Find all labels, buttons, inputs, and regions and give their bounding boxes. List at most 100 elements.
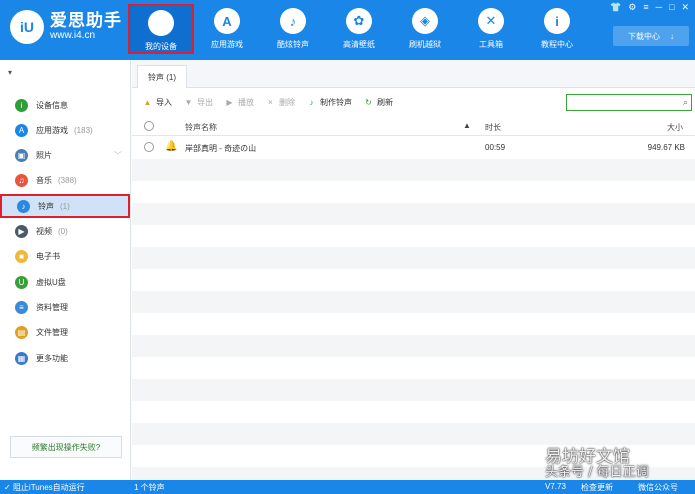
ringtone-size: 949.67 KB	[647, 143, 685, 152]
row-stripe	[132, 225, 695, 247]
sidebar-item-9[interactable]: ▤ 文件管理	[0, 321, 130, 345]
check-circle-icon: ✓	[4, 483, 11, 492]
nav-item-0[interactable]: 我的设备	[128, 4, 194, 54]
table-header: 铃声名称 ▲ 时长 大小	[132, 118, 695, 136]
contacts-icon: ≡	[15, 300, 28, 314]
app-store-icon: A	[214, 8, 240, 34]
toolbar-button-4[interactable]: ♪ 制作铃声	[306, 97, 353, 108]
sidebar-item-label: 铃声	[38, 201, 54, 211]
row-checkbox[interactable]	[144, 142, 154, 152]
search-input[interactable]: ⌕	[566, 94, 692, 111]
tools-icon: ✕	[478, 8, 504, 34]
toolbar-button-1[interactable]: ▼ 导出	[183, 97, 213, 108]
row-stripe	[132, 247, 695, 269]
toolbar-button-0[interactable]: ▲ 导入	[142, 97, 172, 108]
row-stripe	[132, 159, 695, 181]
sidebar-item-5[interactable]: ▶ 视频 (0)	[0, 220, 130, 244]
row-stripe	[132, 401, 695, 423]
export-icon: ▼	[184, 97, 193, 107]
sidebar-item-count: (388)	[58, 176, 77, 186]
table-body: 🔔 岸部真明 - 奇迹の山 00:59 949.67 KB	[132, 137, 695, 489]
header-name[interactable]: 铃声名称	[185, 122, 217, 133]
app-store-icon: A	[15, 123, 28, 137]
video-icon: ▶	[15, 225, 28, 238]
photo-icon: ▣	[15, 149, 28, 163]
sidebar-item-8[interactable]: ≡ 资料管理	[0, 295, 130, 319]
header-duration[interactable]: 时长	[485, 122, 501, 133]
maximize-icon[interactable]: □	[669, 2, 674, 13]
operation-failure-help-link[interactable]: 频繁出现操作失败?	[10, 436, 122, 458]
refresh-icon: ↻	[365, 97, 372, 107]
toolbar-button-label: 导出	[197, 97, 213, 107]
nav-item-6[interactable]: i 教程中心	[524, 4, 590, 54]
search-icon[interactable]: ⌕	[683, 97, 688, 108]
nav-item-4[interactable]: ◈ 刷机越狱	[392, 4, 458, 54]
nav-item-3[interactable]: ✿ 高清壁纸	[326, 4, 392, 54]
sidebar-item-label: 资料管理	[36, 302, 68, 312]
shirt-icon[interactable]: 👕	[610, 2, 621, 13]
sidebar-item-1[interactable]: A 应用游戏 (183)	[0, 118, 130, 142]
row-stripe	[132, 313, 695, 335]
sidebar-item-label: 电子书	[36, 252, 60, 262]
device-dropdown-icon[interactable]: ▾	[0, 60, 130, 86]
nav-item-2[interactable]: ♪ 酷炫铃声	[260, 4, 326, 54]
version-label: V7.73	[545, 482, 566, 491]
sidebar-item-label: 应用游戏	[36, 125, 68, 135]
nav-label: 高清壁纸	[343, 40, 375, 49]
music-icon: ♫	[15, 174, 28, 188]
sidebar-item-2[interactable]: ▣ 照片 ﹀	[0, 144, 130, 168]
bell-icon: ♪	[280, 8, 306, 34]
tab-strip: 铃声 (1)	[132, 60, 695, 88]
import-icon: ▲	[143, 97, 152, 107]
watermark-line-1: 易坊好文馆	[545, 447, 630, 467]
status-bar: ✓ 阻止iTunes自动运行 1 个铃声 V7.73 检查更新 微信公众号	[0, 480, 695, 494]
toolbar-button-label: 删除	[279, 97, 295, 107]
nav-label: 工具箱	[479, 40, 503, 49]
play-icon: ▶	[226, 97, 233, 107]
menu-icon[interactable]: ≡	[643, 2, 648, 13]
row-stripe	[132, 335, 695, 357]
toolbar-button-2[interactable]: ▶ 播放	[224, 97, 254, 108]
check-update-button[interactable]: 检查更新	[581, 482, 613, 493]
sidebar-item-label: 文件管理	[36, 328, 68, 338]
toolbar-button-label: 刷新	[377, 97, 393, 107]
toolbar-button-3[interactable]: × 删除	[265, 97, 295, 108]
sidebar-item-label: 更多功能	[36, 353, 68, 363]
nav-item-5[interactable]: ✕ 工具箱	[458, 4, 524, 54]
toolbar-button-label: 导入	[156, 97, 172, 107]
app-name: 爱思助手	[50, 11, 122, 30]
app-url: www.i4.cn	[50, 30, 96, 41]
sort-asc-icon[interactable]: ▲	[463, 121, 471, 130]
sidebar-item-6[interactable]: ■ 电子书	[0, 245, 130, 269]
tab-ringtones[interactable]: 铃声 (1)	[137, 65, 187, 88]
itunes-block-toggle[interactable]: ✓ 阻止iTunes自动运行	[4, 482, 85, 493]
sidebar-item-10[interactable]: ▦ 更多功能	[0, 346, 130, 370]
sidebar-item-4[interactable]: ♪ 铃声 (1)	[0, 194, 130, 219]
settings-icon[interactable]: ⚙	[628, 2, 636, 13]
top-bar: iU 爱思助手 www.i4.cn 我的设备 A 应用游戏 ♪ 酷炫铃声 ✿ 高清壁纸 ◈ 刷机…	[0, 0, 695, 60]
nav-label: 教程中心	[541, 40, 573, 49]
sidebar-item-label: 音乐	[36, 176, 52, 186]
nav-item-1[interactable]: A 应用游戏	[194, 4, 260, 54]
row-stripe	[132, 181, 695, 203]
bell-icon: 🔔	[165, 141, 178, 152]
sidebar-item-7[interactable]: U 虚拟U盘	[0, 270, 130, 294]
minimize-icon[interactable]: ─	[656, 2, 662, 13]
close-icon[interactable]: ✕	[681, 2, 689, 13]
download-center-button[interactable]: 下载中心 ↓	[613, 26, 689, 46]
chevron-down-icon[interactable]: ﹀	[114, 150, 122, 161]
sidebar-item-count: (1)	[60, 201, 70, 211]
sidebar-item-0[interactable]: i 设备信息	[0, 93, 130, 117]
sidebar-item-3[interactable]: ♫ 音乐 (388)	[0, 169, 130, 193]
sidebar-item-label: 设备信息	[36, 100, 68, 110]
sidebar: ▾ i 设备信息 A 应用游戏 (183) ▣ 照片 ﹀ ♫ 音乐 (388) ♪ 铃声 (1) ▶ 视频 (0…	[0, 60, 131, 480]
sidebar-item-label: 虚拟U盘	[36, 277, 66, 287]
toolbar-button-5[interactable]: ↻ 刷新	[363, 97, 393, 108]
nav-label: 我的设备	[145, 42, 177, 51]
wechat-button[interactable]: 微信公众号	[638, 482, 678, 493]
sidebar-item-label: 视频	[36, 227, 52, 236]
row-stripe	[132, 269, 695, 291]
table-row[interactable]: 🔔 岸部真明 - 奇迹の山 00:59 949.67 KB	[132, 137, 695, 159]
select-all-checkbox[interactable]	[144, 121, 154, 131]
header-size[interactable]: 大小	[667, 122, 683, 133]
